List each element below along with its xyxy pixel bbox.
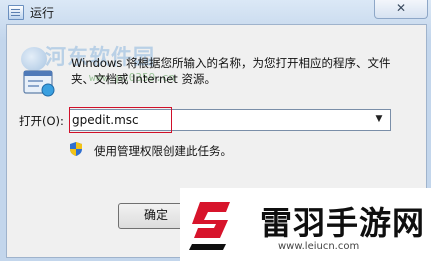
- brand-domain: www.leiucn.com: [278, 241, 360, 252]
- brand-logo-icon: [189, 202, 230, 250]
- site-watermark-logo: 雷羽手游网 www.leiucn.com: [180, 188, 431, 261]
- open-input[interactable]: [70, 110, 372, 130]
- shield-icon: [70, 142, 82, 156]
- brand-name: 雷羽手游网: [260, 204, 426, 242]
- open-field-label: 打开(O):: [19, 114, 64, 128]
- title-bar[interactable]: 运行 ✕: [0, 0, 431, 24]
- dialog-description: Windows 将根据您所输入的名称，为您打开相应的程序、文件夹、文档或 Int…: [71, 56, 391, 86]
- window-title: 运行: [30, 6, 55, 20]
- close-button[interactable]: ✕: [374, 0, 428, 19]
- run-app-icon: [8, 5, 24, 20]
- open-combo-box[interactable]: [69, 109, 391, 131]
- dropdown-arrow-icon[interactable]: ▼: [372, 112, 386, 126]
- admin-privilege-note: 使用管理权限创建此任务。: [94, 144, 232, 158]
- run-program-icon: [23, 70, 55, 97]
